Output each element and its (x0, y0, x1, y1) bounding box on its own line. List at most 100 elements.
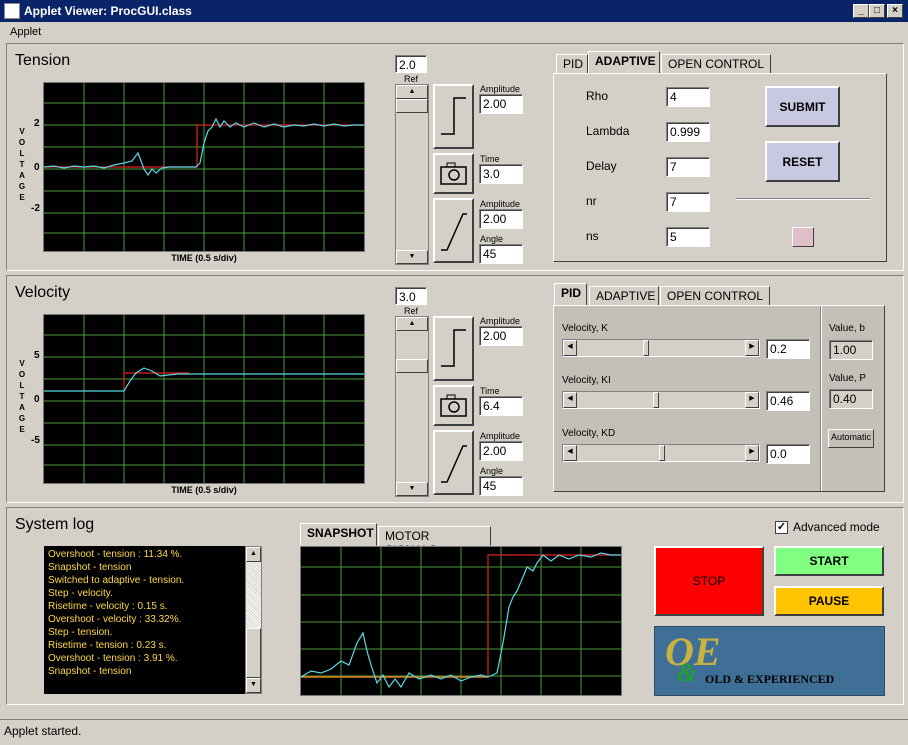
param-label: Rho (586, 89, 609, 103)
slider-thumb[interactable] (659, 445, 665, 461)
tab-adaptive[interactable]: ADAPTIVE (588, 51, 660, 74)
param-label: nr (586, 194, 597, 208)
velocity-kd-input[interactable]: 0.0 (766, 444, 810, 464)
log-list: Overshoot - tension : 11.34 %. Snapshot … (44, 546, 245, 694)
velocity-k-input[interactable]: 0.2 (766, 339, 810, 359)
scroll-up-arrow-icon[interactable]: ▲ (396, 317, 428, 331)
time-input[interactable]: 3.0 (479, 164, 523, 184)
maximize-button[interactable]: □ (869, 4, 885, 18)
scroll-thumb[interactable] (396, 99, 428, 113)
scroll-down-arrow-icon[interactable]: ▼ (396, 482, 428, 496)
angle-label: Angle (480, 466, 504, 476)
slider-thumb[interactable] (643, 340, 649, 356)
slider-left-arrow-icon[interactable]: ◀ (563, 392, 577, 408)
slider-left-arrow-icon[interactable]: ◀ (563, 340, 577, 356)
velocity-title: Velocity (15, 284, 71, 301)
log-line: Risetime - velocity : 0.15 s. (48, 601, 168, 612)
velocity-ref-value[interactable]: 3.0 (395, 287, 427, 305)
scroll-up-arrow-icon[interactable]: ▲ (396, 85, 428, 99)
tab-adaptive[interactable]: ADAPTIVE (589, 286, 659, 306)
ylabel-letter: L (19, 381, 25, 390)
tab-pid[interactable]: PID (556, 54, 588, 74)
tab-pid[interactable]: PID (554, 283, 587, 306)
scroll-down-arrow-icon[interactable]: ▼ (246, 678, 261, 693)
scroll-thumb[interactable] (246, 628, 261, 678)
ns-input[interactable]: 5 (666, 227, 710, 247)
log-scrollbar[interactable]: ▲ ▼ (245, 546, 262, 694)
scroll-down-arrow-icon[interactable]: ▼ (396, 250, 428, 264)
log-line: Step - tension. (48, 627, 113, 638)
tension-ref-value[interactable]: 2.0 (395, 55, 427, 73)
submit-button[interactable]: SUBMIT (765, 86, 840, 127)
scroll-thumb[interactable] (396, 359, 428, 373)
step-button[interactable] (433, 316, 474, 381)
stop-button[interactable]: STOP (654, 546, 764, 616)
slider-left-arrow-icon[interactable]: ◀ (563, 445, 577, 461)
slider-right-arrow-icon[interactable]: ▶ (745, 340, 759, 356)
tab-open-control[interactable]: OPEN CONTROL (660, 286, 770, 306)
ylabel-letter: G (18, 414, 26, 423)
scroll-track[interactable] (246, 562, 261, 628)
tab-snapshot[interactable]: SNAPSHOT (300, 523, 377, 546)
ylabel-letter: A (19, 171, 25, 180)
syslog-title: System log (15, 516, 95, 533)
step-amplitude-input[interactable]: 2.00 (479, 94, 523, 114)
time-input[interactable]: 6.4 (479, 396, 523, 416)
param-label: Delay (586, 159, 617, 173)
slider-right-arrow-icon[interactable]: ▶ (745, 445, 759, 461)
oe-logo: OE & OLD & EXPERIENCED (654, 626, 885, 696)
lambda-input[interactable]: 0.999 (666, 122, 710, 142)
velocity-ylabel: V O L T A G E (17, 358, 27, 435)
slider-label: Velocity, KD (562, 428, 616, 439)
step-signal-icon (441, 97, 466, 135)
angle-label: Angle (480, 234, 504, 244)
ramp-amplitude-input[interactable]: 2.00 (479, 209, 523, 229)
ytick: -5 (31, 435, 40, 446)
ramp-amplitude-input[interactable]: 2.00 (479, 441, 523, 461)
start-button[interactable]: START (774, 546, 884, 576)
close-button[interactable]: × (887, 4, 903, 18)
tab-motor-signals[interactable]: MOTOR SIGNALS (378, 526, 491, 557)
velocity-ki-input[interactable]: 0.46 (766, 391, 810, 411)
log-line: Snapshot - tension (48, 562, 132, 573)
scroll-up-arrow-icon[interactable]: ▲ (246, 547, 261, 562)
velocity-kd-slider[interactable]: ◀ ▶ (562, 444, 760, 462)
logo-text: OLD & EXPERIENCED (705, 672, 835, 686)
java-app-icon (4, 3, 20, 19)
ylabel-letter: E (19, 425, 25, 434)
nr-input[interactable]: 7 (666, 192, 710, 212)
step-amplitude-input[interactable]: 2.00 (479, 326, 523, 346)
ytick: 0 (34, 394, 40, 405)
delay-input[interactable]: 7 (666, 157, 710, 177)
reset-button[interactable]: RESET (765, 141, 840, 182)
ramp-button[interactable] (433, 430, 474, 495)
ylabel-letter: L (19, 149, 25, 158)
pause-button[interactable]: PAUSE (774, 586, 884, 616)
velocity-k-slider[interactable]: ◀ ▶ (562, 339, 760, 357)
tension-ref-scrollbar[interactable]: ▲ ▼ (395, 84, 429, 265)
snapshot-button[interactable] (433, 385, 474, 426)
snapshot-button[interactable] (433, 153, 474, 194)
tab-open-control[interactable]: OPEN CONTROL (661, 54, 771, 74)
angle-input[interactable]: 45 (479, 244, 523, 264)
menu-applet[interactable]: Applet (10, 26, 41, 38)
title-bar: Applet Viewer: ProcGUI.class (0, 0, 908, 22)
velocity-ref-scrollbar[interactable]: ▲ ▼ (395, 316, 429, 497)
angle-input[interactable]: 45 (479, 476, 523, 496)
ylabel-letter: O (18, 138, 26, 147)
ytick: 2 (34, 118, 40, 129)
automatic-button[interactable]: Automatic (828, 429, 874, 448)
param-label: ns (586, 229, 599, 243)
ylabel-letter: T (19, 392, 25, 401)
tension-ref-label: Ref (404, 74, 419, 84)
checkbox-checked-icon[interactable]: ✓ (775, 520, 788, 534)
minimize-button[interactable]: _ (853, 4, 869, 18)
rho-input[interactable]: 4 (666, 87, 710, 107)
slider-thumb[interactable] (653, 392, 659, 408)
ramp-button[interactable] (433, 198, 474, 263)
step-button[interactable] (433, 84, 474, 149)
slider-right-arrow-icon[interactable]: ▶ (745, 392, 759, 408)
velocity-ki-slider[interactable]: ◀ ▶ (562, 391, 760, 409)
advanced-mode-toggle[interactable]: ✓ Advanced mode (775, 520, 880, 534)
ylabel-letter: O (18, 370, 26, 379)
